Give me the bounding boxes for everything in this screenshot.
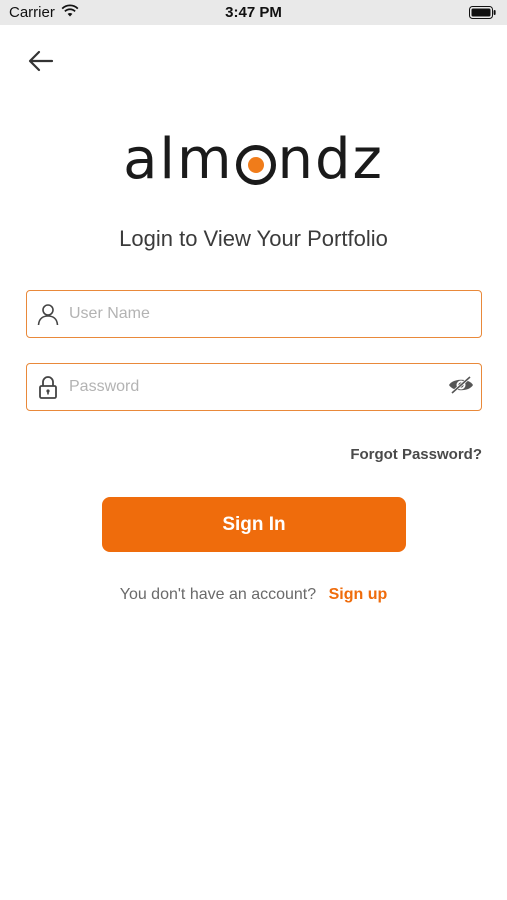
lock-icon [27, 375, 69, 399]
battery-icon [469, 6, 497, 23]
forgot-password-link[interactable]: Forgot Password? [350, 446, 482, 463]
password-input[interactable] [69, 378, 441, 396]
back-arrow-icon [28, 50, 54, 77]
status-bar: Carrier 3:47 PM [0, 0, 507, 25]
logo-prefix: alm [123, 126, 234, 192]
page-subtitle: Login to View Your Portfolio [119, 226, 388, 251]
password-field[interactable] [26, 363, 482, 411]
status-time: 3:47 PM [225, 4, 282, 21]
toggle-password-visibility-button[interactable] [441, 364, 481, 410]
back-button[interactable] [24, 46, 58, 80]
logo-wordmark: alm ndz [123, 127, 384, 192]
brand-logo: alm ndz [0, 124, 507, 194]
logo-dot [247, 157, 264, 173]
signup-row: You don't have an account? Sign up [0, 586, 507, 604]
logo-o-mark [235, 145, 276, 185]
logo-suffix: ndz [277, 126, 384, 192]
signup-prompt: You don't have an account? [119, 586, 317, 603]
eye-slash-icon [447, 375, 475, 400]
username-field[interactable] [26, 290, 482, 338]
user-icon [27, 302, 69, 326]
sign-up-link[interactable]: Sign up [329, 586, 388, 603]
username-input[interactable] [69, 305, 481, 323]
sign-in-button[interactable]: Sign In [102, 497, 406, 552]
